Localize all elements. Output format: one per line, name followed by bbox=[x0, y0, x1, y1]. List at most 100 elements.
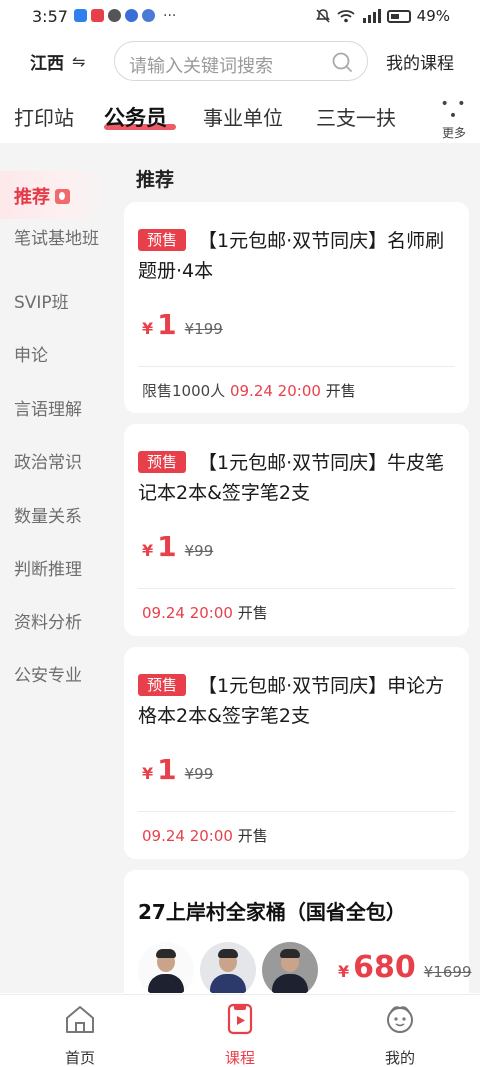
currency-symbol: ¥ bbox=[142, 541, 154, 560]
nav-home[interactable]: 首页 bbox=[40, 1003, 120, 1067]
sale-limit: 限售1000人 bbox=[142, 382, 226, 400]
swap-icon: ⇋ bbox=[72, 52, 86, 71]
presale-badge: 预售 bbox=[138, 229, 187, 251]
sidebar: 推荐 笔试基地班 SVIP班 申论 言语理解 政治常识 数量关系 判断推理 资料… bbox=[0, 143, 114, 993]
bundle-price: 680 bbox=[353, 950, 416, 985]
news-app-icon bbox=[91, 9, 104, 22]
region-selector[interactable]: 江西 ⇋ bbox=[30, 49, 85, 74]
course-icon bbox=[227, 1003, 253, 1035]
bundle-title: 27上岸村全家桶（国省全包） bbox=[138, 900, 406, 924]
nav-home-label: 首页 bbox=[64, 1049, 95, 1067]
more-categories-button[interactable]: • • • 更多 bbox=[436, 96, 472, 140]
current-price: 1 bbox=[157, 753, 177, 786]
sidebar-item-svip[interactable]: SVIP班 bbox=[14, 291, 104, 315]
sidebar-item-politics[interactable]: 政治常识 bbox=[14, 451, 104, 475]
profile-icon bbox=[387, 1006, 413, 1033]
avatar bbox=[262, 942, 318, 993]
sale-time: 09.24 20:00 bbox=[142, 604, 233, 622]
currency-symbol: ¥ bbox=[142, 319, 154, 338]
card-divider bbox=[138, 366, 455, 367]
card-title: 预售 【1元包邮·双节同庆】申论方格本2本&签字笔2支 bbox=[138, 671, 456, 731]
avatar bbox=[200, 942, 256, 993]
card-footer: 09.24 20:00 开售 bbox=[142, 602, 268, 623]
original-price: ¥199 bbox=[184, 320, 223, 338]
card-footer: 限售1000人 09.24 20:00 开售 bbox=[142, 380, 356, 401]
original-price: ¥99 bbox=[184, 765, 214, 783]
wifi-icon bbox=[337, 10, 355, 23]
sidebar-item-data-analysis[interactable]: 资料分析 bbox=[14, 611, 104, 635]
sidebar-item-quantitative[interactable]: 数量关系 bbox=[14, 505, 104, 529]
sidebar-item-police[interactable]: 公安专业 bbox=[14, 664, 104, 688]
sidebar-item-essay[interactable]: 申论 bbox=[14, 344, 104, 368]
status-time: 3:57 bbox=[32, 7, 68, 26]
card-title: 预售 【1元包邮·双节同庆】名师刷题册·4本 bbox=[138, 226, 456, 286]
search-input[interactable]: 请输入关键词搜索 bbox=[114, 41, 368, 81]
search-header: 江西 ⇋ 请输入关键词搜索 我的课程 bbox=[0, 36, 480, 86]
home-icon bbox=[66, 1006, 94, 1033]
avatar bbox=[138, 942, 194, 993]
category-tabs: 打印站 公务员 事业单位 三支一扶 • • • 更多 bbox=[0, 90, 480, 142]
status-right: 49% bbox=[315, 7, 450, 25]
currency-symbol: ¥ bbox=[338, 962, 350, 981]
sale-time: 09.24 20:00 bbox=[142, 827, 233, 845]
original-price: ¥99 bbox=[184, 542, 214, 560]
battery-percent: 49% bbox=[416, 7, 450, 25]
sidebar-active-label: 推荐 bbox=[14, 183, 70, 209]
presale-badge: 预售 bbox=[138, 674, 187, 696]
price-row: ¥ 1 ¥199 bbox=[142, 308, 223, 341]
sidebar-item-verbal[interactable]: 言语理解 bbox=[14, 398, 104, 422]
more-dots-icon: • • • bbox=[440, 96, 468, 124]
mute-icon bbox=[315, 9, 330, 23]
fire-icon bbox=[55, 188, 70, 204]
more-label: 更多 bbox=[441, 126, 466, 140]
status-app-icons: ··· bbox=[74, 7, 177, 24]
tab-civil-servant[interactable]: 公务员 bbox=[104, 102, 167, 132]
currency-symbol: ¥ bbox=[142, 764, 154, 783]
tab-three-supports[interactable]: 三支一扶 bbox=[316, 102, 396, 131]
sale-suffix: 开售 bbox=[237, 604, 268, 622]
product-card[interactable]: 预售 【1元包邮·双节同庆】名师刷题册·4本 ¥ 1 ¥199 限售1000人 0… bbox=[124, 202, 469, 413]
section-title: 推荐 bbox=[136, 169, 175, 191]
product-card[interactable]: 预售 【1元包邮·双节同庆】申论方格本2本&签字笔2支 ¥ 1 ¥99 09.24… bbox=[124, 647, 469, 859]
tab-public-institution[interactable]: 事业单位 bbox=[203, 102, 283, 131]
nav-mine-label: 我的 bbox=[384, 1049, 415, 1067]
card-footer: 09.24 20:00 开售 bbox=[142, 825, 268, 846]
sidebar-item-recommend[interactable]: 推荐 bbox=[0, 171, 108, 219]
nav-courses-label: 课程 bbox=[224, 1049, 255, 1067]
sale-suffix: 开售 bbox=[237, 827, 268, 845]
price-row: ¥ 1 ¥99 bbox=[142, 753, 213, 786]
teacher-avatars bbox=[138, 942, 318, 993]
region-label: 江西 bbox=[30, 54, 64, 74]
bundle-original-price: ¥1699 bbox=[423, 963, 472, 981]
compass-app-icon bbox=[125, 9, 138, 22]
sidebar-item-label: 推荐 bbox=[14, 187, 50, 208]
current-price: 1 bbox=[157, 530, 177, 563]
sale-time: 09.24 20:00 bbox=[229, 382, 321, 400]
sidebar-item-reasoning[interactable]: 判断推理 bbox=[14, 558, 104, 582]
status-more-icon: ··· bbox=[163, 7, 177, 24]
content-area: 推荐 笔试基地班 SVIP班 申论 言语理解 政治常识 数量关系 判断推理 资料… bbox=[0, 143, 480, 993]
message-app-icon bbox=[108, 9, 121, 22]
card-title: 预售 【1元包邮·双节同庆】牛皮笔记本2本&签字笔2支 bbox=[138, 448, 456, 508]
nav-courses[interactable]: 课程 bbox=[200, 1003, 280, 1067]
current-price: 1 bbox=[157, 308, 177, 341]
tab-print-station[interactable]: 打印站 bbox=[14, 102, 74, 131]
price-row: ¥ 1 ¥99 bbox=[142, 530, 213, 563]
signal-icon bbox=[362, 9, 381, 23]
bundle-price-row: ¥ 680 ¥1699 bbox=[338, 950, 471, 985]
battery-icon bbox=[386, 9, 411, 23]
sidebar-item-written-base[interactable]: 笔试基地班 bbox=[14, 227, 104, 251]
search-placeholder: 请输入关键词搜索 bbox=[129, 56, 273, 77]
search-app-icon bbox=[74, 9, 87, 22]
nav-mine[interactable]: 我的 bbox=[360, 1003, 440, 1067]
sale-suffix: 开售 bbox=[325, 382, 356, 400]
bundle-card[interactable]: 27上岸村全家桶（国省全包） ¥ 680 ¥1699 bbox=[124, 870, 471, 993]
search-icon[interactable] bbox=[331, 51, 353, 73]
status-bar: 3:57 ··· 49% bbox=[0, 0, 480, 34]
my-course-link[interactable]: 我的课程 bbox=[386, 49, 454, 74]
music-app-icon bbox=[142, 9, 155, 22]
bottom-navigation: 首页 课程 我的 bbox=[0, 994, 480, 1067]
card-divider bbox=[138, 588, 455, 589]
card-divider bbox=[138, 811, 455, 812]
product-card[interactable]: 预售 【1元包邮·双节同庆】牛皮笔记本2本&签字笔2支 ¥ 1 ¥99 09.24… bbox=[124, 424, 469, 636]
